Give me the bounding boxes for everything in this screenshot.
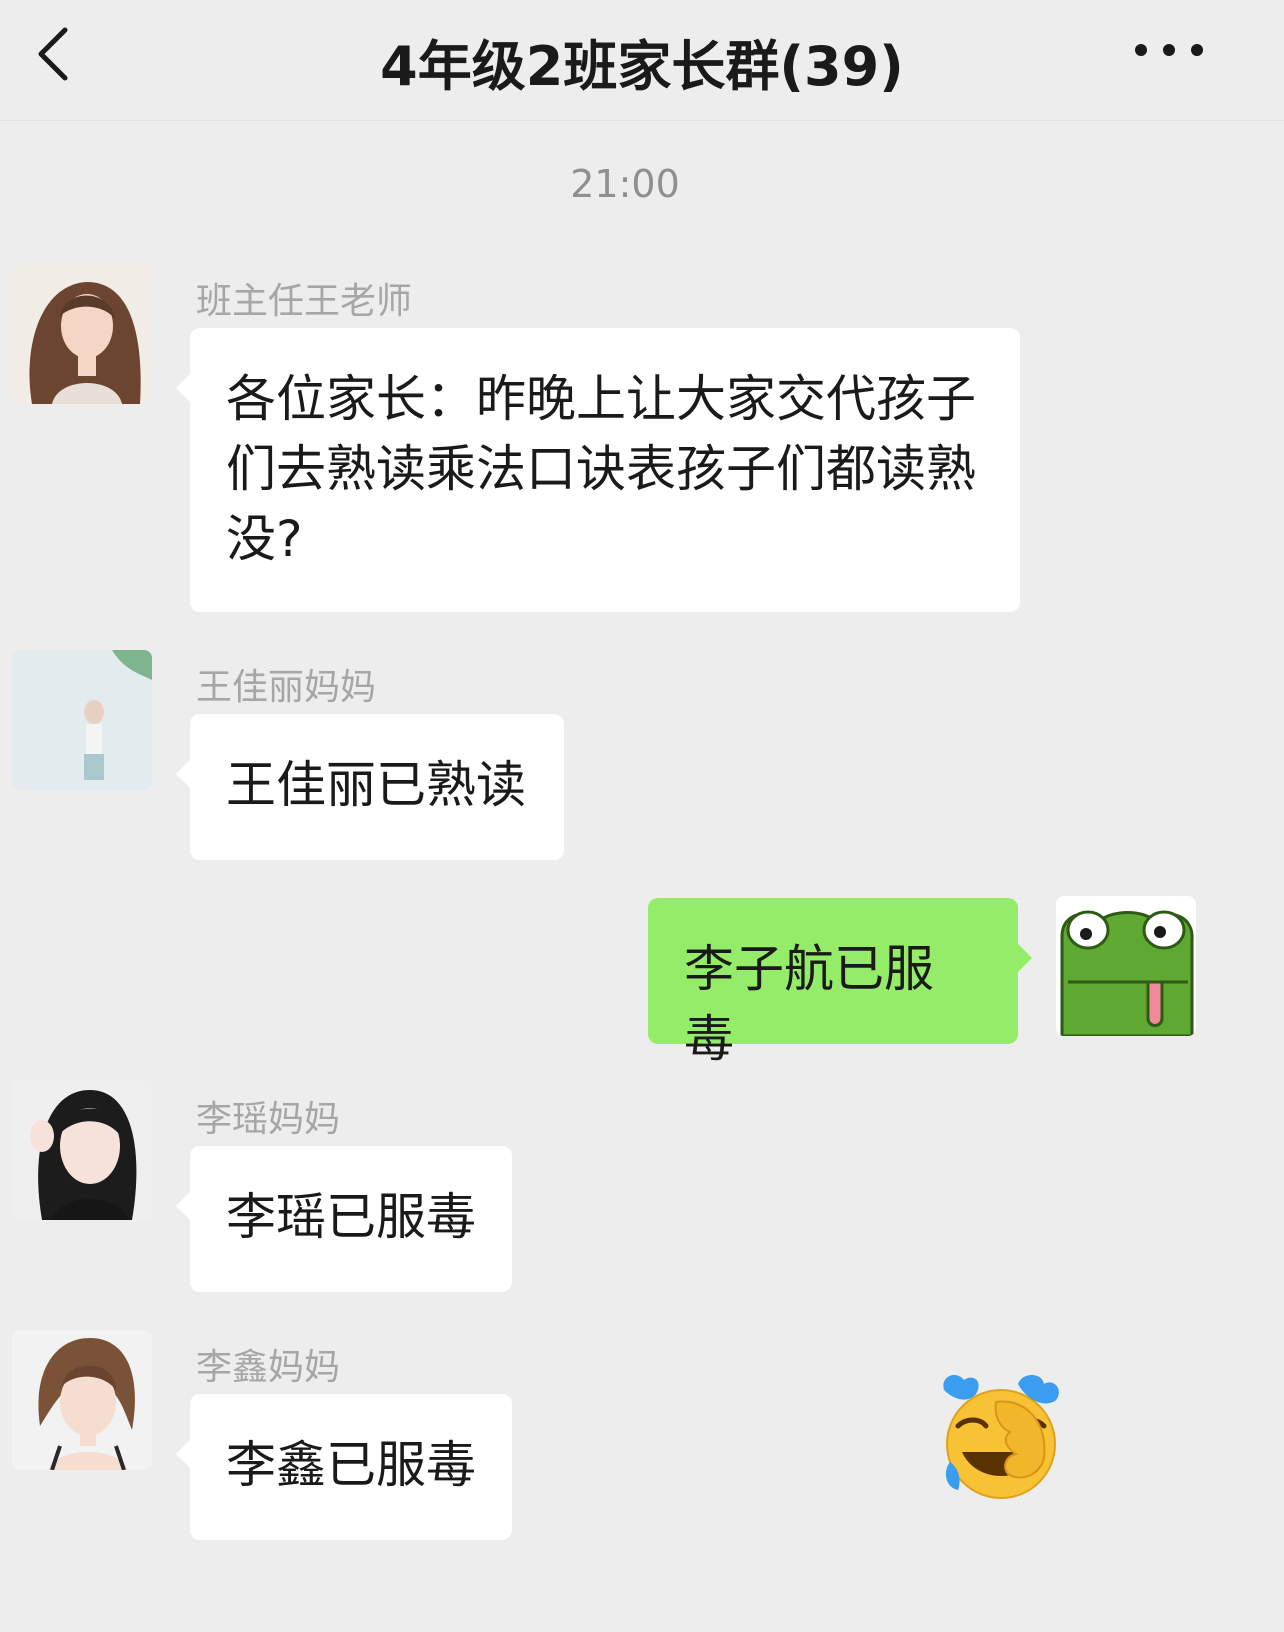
more-dots-icon [1135,44,1203,56]
avatar-image [12,1080,152,1220]
message-bubble-self[interactable]: 李子航已服毒 [648,898,1032,1068]
chevron-left-icon [38,27,68,81]
sender-name: 李鑫妈妈 [196,1347,341,1388]
avatar-wangjiali-mom[interactable] [12,650,152,790]
crying-laughing-facepalm-emoji [943,1375,1059,1499]
avatar-self[interactable] [1056,896,1196,1036]
message-bubble[interactable]: 李瑶已服毒 [176,1146,512,1292]
avatar-image [12,650,152,790]
avatar-image [12,1330,152,1470]
avatar-liyao-mom[interactable] [12,1080,152,1220]
avatar-teacher[interactable] [12,264,152,404]
frog-avatar-image [1056,896,1196,1036]
avatar-lixin-mom[interactable] [12,1330,152,1470]
message-timestamp: 21:00 [570,162,680,206]
sender-name: 王佳丽妈妈 [196,667,377,708]
message-bubble[interactable]: 各位家长：昨晚上让大家交代孩子们去熟读乘法口诀表孩子们都读熟没? [176,328,1020,612]
message-bubble[interactable]: 王佳丽已熟读 [176,714,564,860]
chat-screen: 4年级2班家长群(39) 21:00 班主任王老师 各位家长：昨晚上让大家交代孩… [0,0,1284,1632]
chat-header: 4年级2班家长群(39) [0,0,1284,121]
sender-name: 李瑶妈妈 [196,1099,341,1140]
more-button[interactable] [1124,20,1214,80]
message-bubble[interactable]: 李鑫已服毒 [176,1394,512,1540]
avatar-image [12,264,152,404]
sender-name: 班主任王老师 [196,281,413,322]
back-button[interactable] [18,14,88,94]
chat-title: 4年级2班家长群(39) [380,35,904,98]
